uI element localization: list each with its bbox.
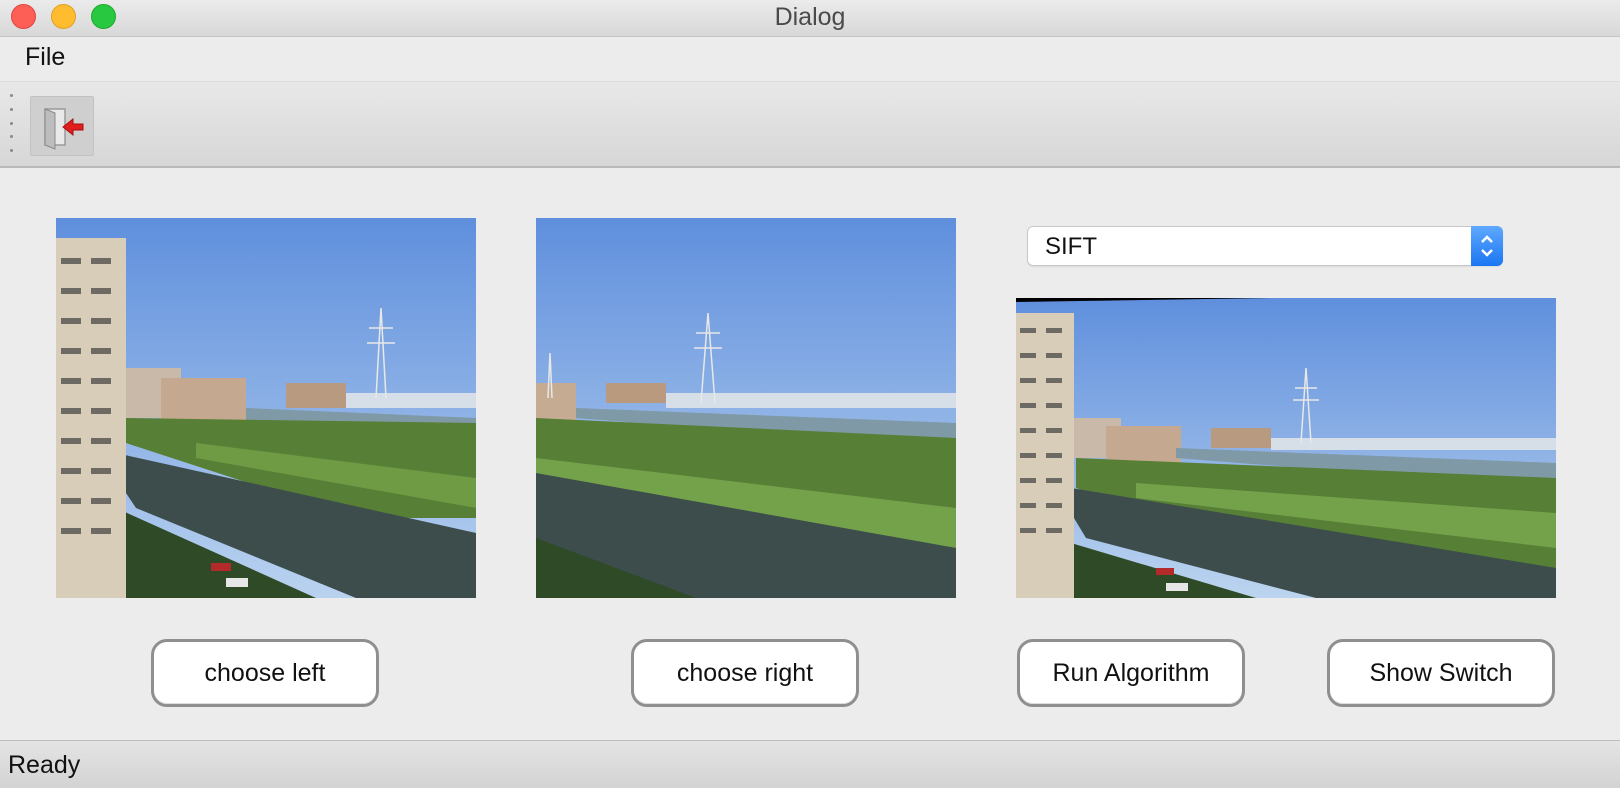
status-text: Ready	[8, 751, 81, 779]
exit-door-icon	[44, 108, 84, 150]
menu-bar: File	[0, 37, 1620, 82]
result-image-view	[1016, 298, 1556, 598]
window-title: Dialog	[774, 3, 846, 31]
choose-right-button[interactable]: choose right	[631, 639, 859, 707]
algorithm-select[interactable]: SIFT	[1027, 226, 1503, 266]
exit-button[interactable]	[30, 96, 94, 156]
left-image-view	[56, 218, 476, 598]
right-source-photo	[536, 218, 956, 598]
title-bar: Dialog	[0, 0, 1620, 37]
choose-left-button[interactable]: choose left	[151, 639, 379, 707]
menu-file[interactable]: File	[25, 43, 65, 72]
status-bar: Ready	[0, 740, 1620, 788]
left-source-photo	[56, 218, 476, 598]
right-image-view	[536, 218, 956, 598]
updown-chevron-icon[interactable]	[1471, 226, 1503, 266]
dialog-window: Dialog File SIFT choose left choose righ…	[0, 0, 1620, 788]
stitched-result-photo	[1016, 298, 1556, 598]
run-algorithm-button[interactable]: Run Algorithm	[1017, 639, 1245, 707]
toolbar	[0, 82, 1620, 168]
toolbar-grip-handle[interactable]	[10, 94, 14, 152]
show-switch-button[interactable]: Show Switch	[1327, 639, 1555, 707]
algorithm-select-value: SIFT	[1045, 233, 1097, 260]
